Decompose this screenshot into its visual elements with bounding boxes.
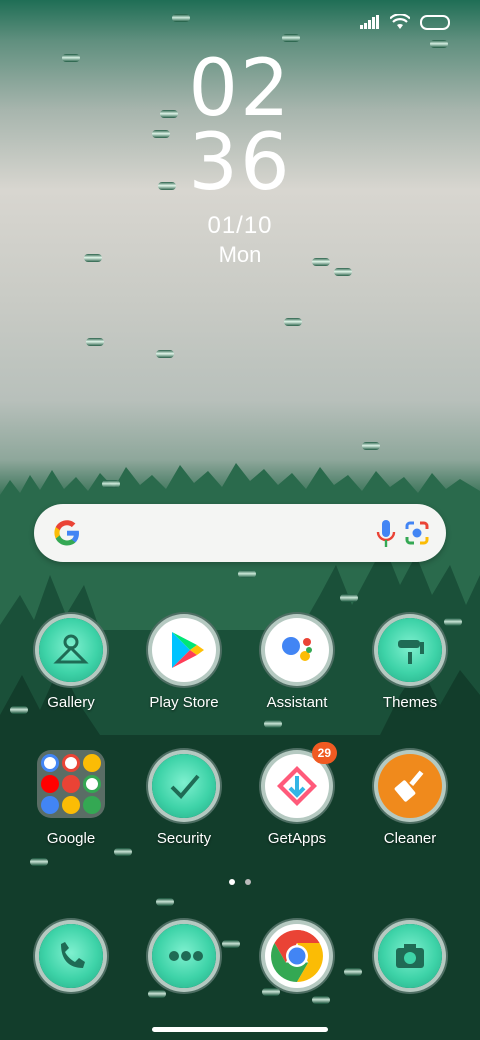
google-lens-icon[interactable] <box>404 520 430 546</box>
raindrop <box>30 858 48 866</box>
raindrop <box>238 570 256 578</box>
security-icon <box>152 754 216 818</box>
dock-camera[interactable] <box>360 924 460 988</box>
wifi-icon <box>390 14 410 29</box>
raindrop <box>312 996 330 1004</box>
raindrop <box>362 442 380 450</box>
clock-minute: 36 <box>188 118 292 208</box>
microphone-icon[interactable] <box>376 520 396 548</box>
play-store-icon <box>152 618 216 682</box>
raindrop <box>282 34 300 42</box>
assistant-icon <box>265 618 329 682</box>
chrome-icon <box>265 924 329 988</box>
app-getapps[interactable]: 29 GetApps <box>247 742 347 847</box>
raindrop <box>430 40 448 48</box>
google-g-icon <box>54 520 79 546</box>
dock-chrome[interactable] <box>247 924 347 988</box>
app-label: Assistant <box>266 694 328 711</box>
app-gallery[interactable]: Gallery <box>21 618 121 711</box>
app-label: Security <box>156 830 212 847</box>
app-label: Cleaner <box>383 830 437 847</box>
dock-phone[interactable] <box>21 924 121 988</box>
raindrop <box>340 594 358 602</box>
clock-hour: 02 <box>188 44 292 134</box>
status-bar <box>360 14 450 30</box>
camera-icon <box>378 924 442 988</box>
raindrop <box>156 350 174 358</box>
gesture-navigation-bar[interactable] <box>152 1027 328 1032</box>
google-folder-icon <box>37 750 105 818</box>
app-google-folder[interactable]: Google <box>21 750 121 847</box>
raindrop <box>86 338 104 346</box>
cleaner-icon <box>378 754 442 818</box>
raindrop <box>148 990 166 998</box>
phone-icon <box>39 924 103 988</box>
app-label: GetApps <box>267 830 327 847</box>
raindrop <box>156 898 174 906</box>
raindrop <box>114 848 132 856</box>
raindrop <box>172 14 190 22</box>
app-security[interactable]: Security <box>134 754 234 847</box>
clock-day: Mon <box>218 242 262 267</box>
clock-date: 01/10 <box>207 212 273 239</box>
app-themes[interactable]: Themes <box>360 618 460 711</box>
raindrop <box>284 318 302 326</box>
app-label: Themes <box>382 694 438 711</box>
app-label: Google <box>46 830 96 847</box>
page-dot-1[interactable] <box>229 879 235 885</box>
app-play-store[interactable]: Play Store <box>134 618 234 711</box>
gallery-icon <box>39 618 103 682</box>
page-indicator[interactable] <box>0 879 480 885</box>
raindrop <box>334 268 352 276</box>
app-label: Play Store <box>149 694 219 711</box>
messages-icon <box>152 924 216 988</box>
dock-messages[interactable] <box>134 924 234 988</box>
raindrop <box>262 988 280 996</box>
google-search-bar[interactable] <box>34 504 446 562</box>
app-assistant[interactable]: Assistant <box>247 618 347 711</box>
app-cleaner[interactable]: Cleaner <box>360 754 460 847</box>
battery-icon <box>420 14 450 30</box>
app-label: Gallery <box>47 694 95 711</box>
cell-signal-icon <box>360 15 379 29</box>
raindrop <box>264 720 282 728</box>
themes-icon <box>378 618 442 682</box>
raindrop <box>102 480 120 488</box>
page-dot-2[interactable] <box>245 879 251 885</box>
getapps-icon: 29 <box>265 742 337 818</box>
notification-badge: 29 <box>311 742 337 764</box>
clock-widget[interactable]: 02 36 01/10 Mon <box>0 44 480 268</box>
